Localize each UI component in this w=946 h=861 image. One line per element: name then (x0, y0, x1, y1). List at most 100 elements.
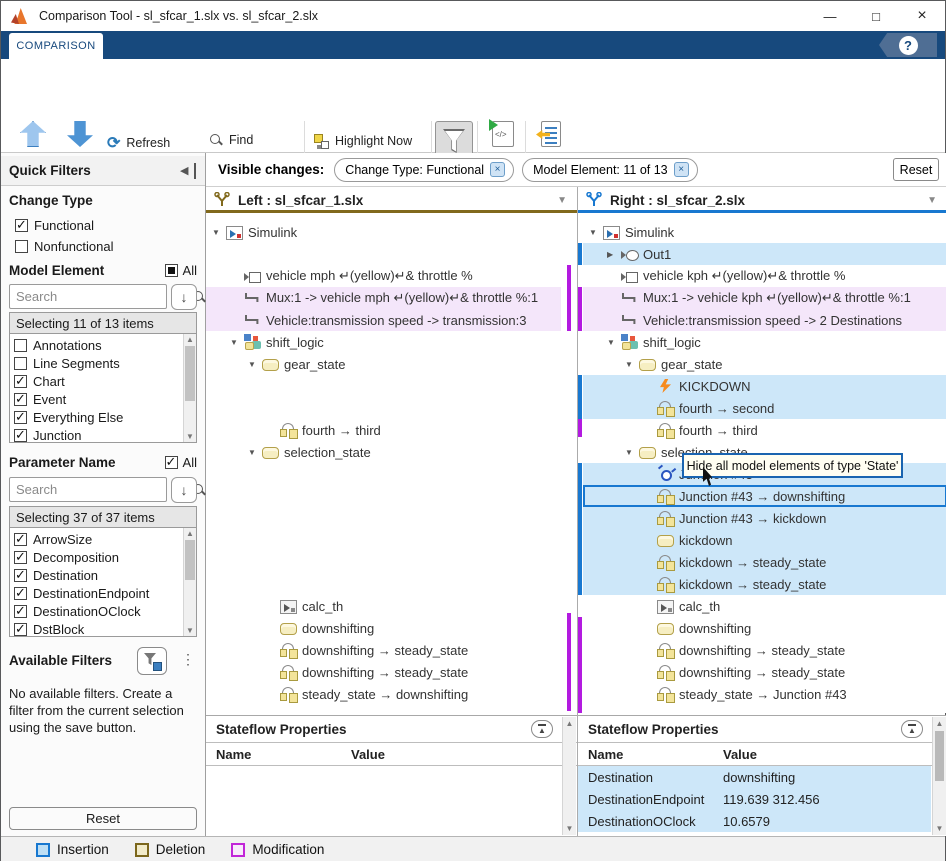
collapse-sidebar-icon[interactable]: ◀ (180, 163, 196, 179)
scroll-down-icon[interactable]: ▼ (184, 432, 196, 441)
tree-row[interactable]: shift_logic (206, 331, 561, 353)
tree-row[interactable] (206, 375, 561, 397)
scroll-to-selection-button[interactable]: ↓ (171, 284, 197, 310)
checkbox[interactable] (14, 569, 27, 582)
expander-icon[interactable] (589, 227, 603, 237)
scroll-up-icon[interactable]: ▲ (184, 529, 196, 538)
tree-row[interactable]: vehicle kph ↵(yellow)↵& throttle % (583, 265, 946, 287)
checkbox[interactable] (15, 219, 28, 232)
scroll-up-icon[interactable]: ▲ (933, 719, 946, 728)
filter-chip[interactable]: Change Type: Functional × (334, 158, 514, 182)
tree-row[interactable]: fourth → third (583, 419, 946, 441)
list-item[interactable]: DestinationEndpoint (10, 584, 196, 602)
property-row[interactable]: DestinationOClock 10.6579 (578, 810, 931, 832)
scroll-down-icon[interactable]: ▼ (184, 626, 196, 635)
list-item[interactable]: Chart (10, 372, 196, 390)
tree-row[interactable]: downshifting → steady_state (583, 639, 946, 661)
expander-icon[interactable] (248, 359, 262, 369)
scroll-up-icon[interactable]: ▲ (563, 719, 576, 728)
list-item[interactable]: Destination (10, 566, 196, 584)
model-element-all-toggle[interactable]: All (165, 263, 197, 278)
expander-icon[interactable] (230, 337, 244, 347)
tree-row[interactable]: calc_th (206, 595, 561, 617)
tree-row[interactable] (206, 463, 561, 485)
tree-row[interactable]: downshifting → steady_state (206, 661, 561, 683)
checkbox[interactable] (14, 375, 27, 388)
checkbox[interactable] (14, 429, 27, 442)
checkbox[interactable] (14, 411, 27, 424)
list-item[interactable]: DestinationOClock (10, 602, 196, 620)
tree-row[interactable] (206, 507, 561, 529)
remove-filter-icon[interactable]: × (674, 162, 689, 177)
all-checkbox[interactable] (165, 456, 178, 469)
tree-row[interactable]: KICKDOWN (583, 375, 946, 397)
tree-row[interactable]: gear_state (206, 353, 561, 375)
expander-icon[interactable] (248, 447, 262, 457)
help-button[interactable]: ? (899, 36, 918, 55)
chevron-down-icon[interactable]: ▼ (557, 195, 567, 206)
tree-row[interactable] (206, 551, 561, 573)
tab-comparison[interactable]: COMPARISON (9, 33, 103, 59)
tree-row[interactable] (206, 243, 561, 265)
tree-row[interactable]: shift_logic (583, 331, 946, 353)
search-input[interactable] (10, 482, 192, 497)
tree-row[interactable]: downshifting (583, 617, 946, 639)
tree-row[interactable]: Simulink (206, 221, 561, 243)
search-input[interactable] (10, 289, 192, 304)
tree-row[interactable]: Mux:1 -> vehicle mph ↵(yellow)↵& throttl… (206, 287, 561, 309)
tree-row[interactable]: calc_th (583, 595, 946, 617)
tree-row[interactable]: kickdown → steady_state (583, 551, 946, 573)
tree-row[interactable]: Vehicle:transmission speed -> 2 Destinat… (583, 309, 946, 331)
tree-row[interactable]: steady_state → downshifting (206, 683, 561, 705)
sidebar-reset-button[interactable]: Reset (9, 807, 197, 830)
scroll-to-selection-button[interactable]: ↓ (171, 477, 197, 503)
checkbox[interactable] (14, 623, 27, 636)
list-item[interactable]: ArrowSize (10, 530, 196, 548)
scrollbar[interactable]: ▲ ▼ (932, 717, 946, 835)
collapse-panel-button[interactable]: ▲ (901, 720, 923, 738)
scroll-down-icon[interactable]: ▼ (933, 824, 946, 833)
expander-icon[interactable] (212, 227, 226, 237)
scroll-down-icon[interactable]: ▼ (563, 824, 576, 833)
checkbox[interactable] (15, 240, 28, 253)
list-item[interactable]: Junction (10, 426, 196, 443)
checkbox[interactable] (14, 339, 27, 352)
tree-row[interactable]: vehicle mph ↵(yellow)↵& throttle % (206, 265, 561, 287)
highlight-now-button[interactable]: Highlight Now (313, 133, 412, 149)
collapse-panel-button[interactable]: ▲ (531, 720, 553, 738)
tree-row[interactable]: gear_state (583, 353, 946, 375)
list-item[interactable]: Event (10, 390, 196, 408)
list-item[interactable]: Everything Else (10, 408, 196, 426)
save-filter-button[interactable] (137, 647, 167, 675)
tree-row[interactable] (206, 485, 561, 507)
tree-row[interactable]: downshifting → steady_state (206, 639, 561, 661)
expander-icon[interactable] (625, 359, 639, 369)
tree-row[interactable] (206, 573, 561, 595)
find-button[interactable]: Find (209, 133, 253, 147)
scroll-up-icon[interactable]: ▲ (184, 335, 196, 344)
tree-row[interactable]: Junction #43 → downshifting (583, 485, 946, 507)
chevron-down-icon[interactable]: ▼ (927, 195, 937, 206)
list-item[interactable]: DstBlock (10, 620, 196, 637)
tree-row[interactable]: kickdown (583, 529, 946, 551)
property-row[interactable]: Destination downshifting (578, 766, 931, 788)
parameter-name-all-toggle[interactable]: All (165, 455, 197, 470)
tree-row[interactable]: Vehicle:transmission speed -> transmissi… (206, 309, 561, 331)
tree-row[interactable]: Out1 (583, 243, 946, 265)
checkbox[interactable] (14, 587, 27, 600)
filters-reset-button[interactable]: Reset (893, 158, 939, 181)
tree-row[interactable] (206, 397, 561, 419)
change-type-option[interactable]: Functional (11, 215, 114, 236)
tree-row[interactable]: downshifting → steady_state (583, 661, 946, 683)
tree-row[interactable]: kickdown → steady_state (583, 573, 946, 595)
scrollbar[interactable]: ▲ ▼ (183, 528, 196, 636)
checkbox[interactable] (14, 605, 27, 618)
list-item[interactable]: Decomposition (10, 548, 196, 566)
tree-row[interactable]: selection_state (206, 441, 561, 463)
property-row[interactable]: DestinationEndpoint 119.639 312.456 (578, 788, 931, 810)
list-item[interactable]: Line Segments (10, 354, 196, 372)
remove-filter-icon[interactable]: × (490, 162, 505, 177)
maximize-button[interactable]: □ (853, 1, 899, 31)
checkbox[interactable] (14, 533, 27, 546)
expander-icon[interactable] (607, 337, 621, 347)
